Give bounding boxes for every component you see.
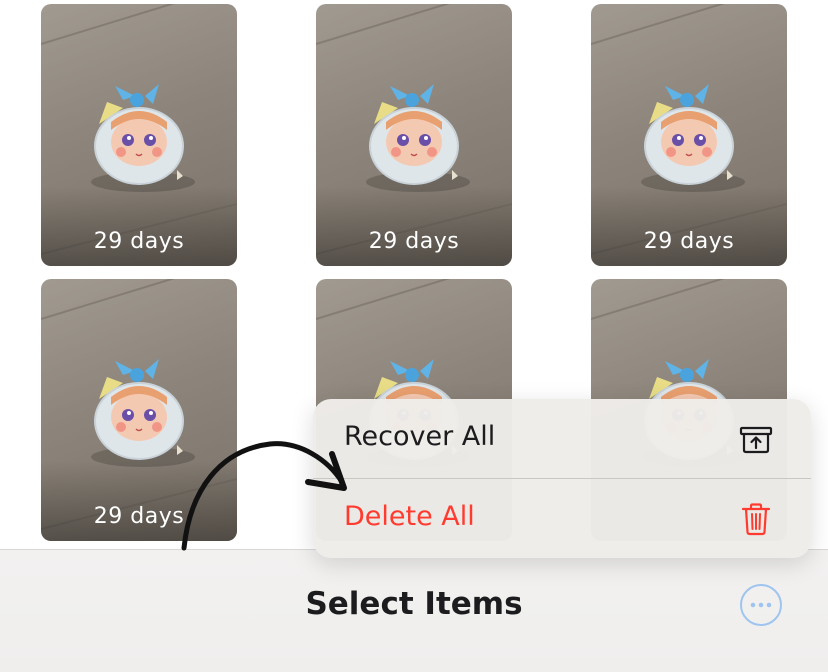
recover-all-label: Recover All	[344, 421, 496, 452]
caption-gradient	[316, 186, 512, 266]
archive-restore-icon	[739, 426, 773, 454]
caption-gradient	[591, 186, 787, 266]
delete-all-label: Delete All	[344, 501, 475, 532]
bottom-toolbar: Select Items	[0, 549, 828, 672]
curved-arrow-annotation	[181, 441, 347, 551]
ellipsis-circle-icon	[750, 602, 772, 608]
photo-tile[interactable]: 29 days	[316, 4, 512, 266]
photo-tile[interactable]: 29 days	[41, 4, 237, 266]
recover-all-menu-item[interactable]: Recover All	[313, 399, 811, 478]
days-remaining-label: 29 days	[643, 229, 735, 254]
delete-all-menu-item[interactable]: Delete All	[313, 479, 811, 558]
more-options-button[interactable]	[740, 584, 782, 626]
days-remaining-label: 29 days	[368, 229, 460, 254]
context-menu: Recover All Delete All	[313, 399, 811, 558]
trash-icon	[741, 503, 771, 536]
select-items-title: Select Items	[305, 586, 523, 622]
days-remaining-label: 29 days	[93, 229, 185, 254]
caption-gradient	[41, 186, 237, 266]
photo-tile[interactable]: 29 days	[591, 4, 787, 266]
